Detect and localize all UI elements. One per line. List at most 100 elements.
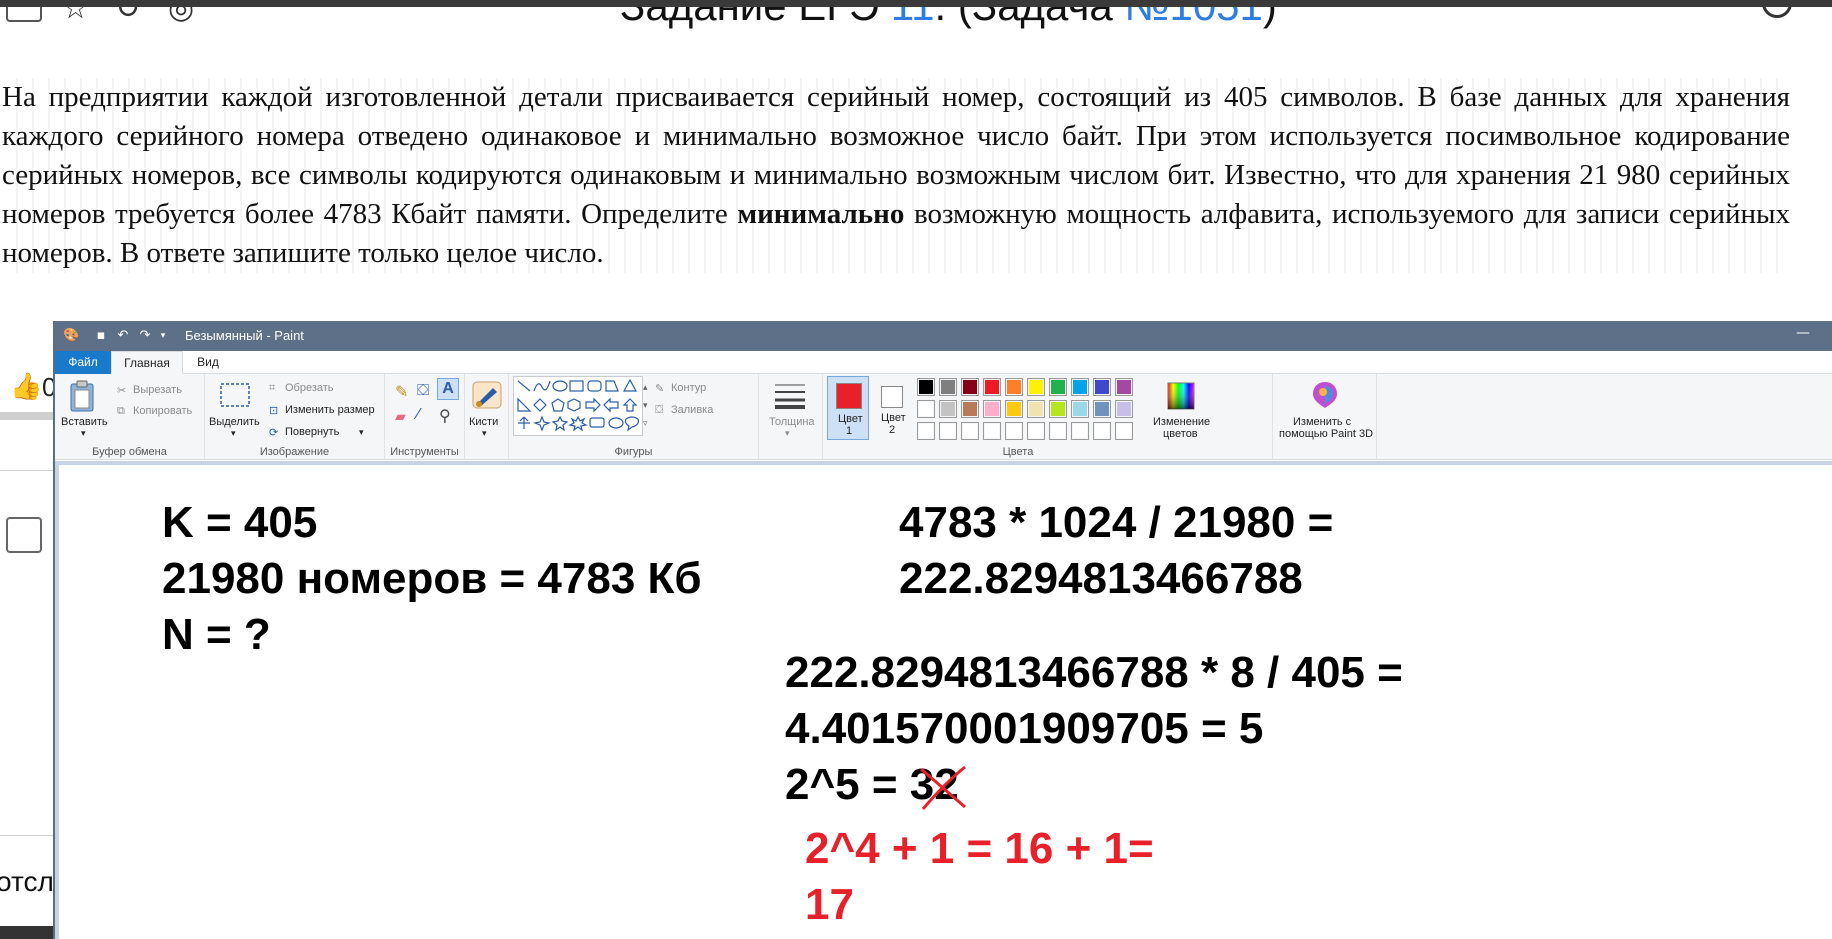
palette-color-swatch[interactable] bbox=[983, 400, 1001, 418]
paint3d-line2[interactable]: помощью Paint 3D bbox=[1279, 428, 1373, 440]
swatch-fill bbox=[919, 380, 933, 394]
magnifier-icon[interactable]: ⚲ bbox=[439, 406, 451, 426]
palette-color-swatch[interactable] bbox=[1093, 378, 1111, 396]
calc2-result: 4.401570001909705 = 5 bbox=[785, 704, 1264, 753]
quick-access-dropdown-icon[interactable]: ▾ bbox=[155, 328, 171, 344]
palette-color-swatch[interactable] bbox=[1027, 400, 1045, 418]
left-divider-2 bbox=[0, 835, 54, 836]
swatch-fill bbox=[1073, 424, 1087, 438]
paint3d-icon[interactable] bbox=[1311, 380, 1339, 410]
palette-color-swatch[interactable] bbox=[1027, 378, 1045, 396]
shapes-scroll-up-icon[interactable]: ▴ bbox=[643, 382, 648, 393]
paste-button[interactable]: Вставить bbox=[61, 416, 108, 428]
size-icon[interactable] bbox=[773, 380, 807, 410]
shapes-scroll-down-icon[interactable]: ▾ bbox=[643, 400, 648, 411]
palette-empty-swatch[interactable] bbox=[983, 422, 1001, 440]
paste-icon[interactable] bbox=[69, 380, 95, 412]
select-button[interactable]: Выделить bbox=[209, 416, 260, 428]
select-dropdown-icon[interactable]: ▾ bbox=[231, 428, 236, 439]
swatch-fill bbox=[1007, 380, 1021, 394]
palette-color-swatch[interactable] bbox=[1005, 400, 1023, 418]
ribbon-tabs: Файл Главная Вид bbox=[55, 351, 1832, 374]
thumbs-up-icon[interactable]: 👍 bbox=[10, 372, 42, 402]
fill-bucket-icon[interactable]: ⛋ bbox=[417, 382, 429, 400]
palette-color-swatch[interactable] bbox=[939, 378, 957, 396]
shapes-expand-icon[interactable]: ▿ bbox=[643, 418, 648, 429]
crop-button[interactable]: Обрезать bbox=[285, 382, 334, 394]
palette-color-swatch[interactable] bbox=[983, 378, 1001, 396]
size-button[interactable]: Толщина bbox=[769, 416, 815, 428]
rotate-dropdown-icon[interactable]: ▾ bbox=[359, 427, 364, 438]
palette-color-swatch[interactable] bbox=[1049, 400, 1067, 418]
paste-dropdown-icon[interactable]: ▾ bbox=[81, 428, 86, 439]
palette-color-swatch[interactable] bbox=[1049, 378, 1067, 396]
given-numbers-memory: 21980 номеров = 4783 Кб bbox=[162, 554, 702, 603]
swatch-fill bbox=[941, 380, 955, 394]
paint3d-line1[interactable]: Изменить с bbox=[1293, 416, 1351, 428]
text-tool-icon[interactable]: A bbox=[437, 378, 459, 400]
minimize-button[interactable]: — bbox=[1796, 325, 1810, 341]
brushes-button[interactable]: Кисти bbox=[469, 416, 498, 428]
cut-icon: ✂ bbox=[117, 385, 127, 397]
answer-expression: 2^4 + 1 = 16 + 1= bbox=[805, 824, 1154, 873]
tab-view[interactable]: Вид bbox=[183, 351, 233, 374]
tab-home[interactable]: Главная bbox=[111, 351, 183, 374]
select-icon[interactable] bbox=[219, 382, 251, 408]
paint-window: 🎨 ▪ ↶ ↷ ▾ Безымянный - Paint — Файл Глав… bbox=[53, 321, 1832, 939]
group-label-tools: Инструменты bbox=[390, 446, 459, 458]
palette-color-swatch[interactable] bbox=[939, 400, 957, 418]
brush-icon[interactable] bbox=[471, 380, 503, 410]
size-dropdown-icon[interactable]: ▾ bbox=[785, 428, 790, 439]
brushes-dropdown-icon[interactable]: ▾ bbox=[482, 428, 487, 439]
palette-color-swatch[interactable] bbox=[917, 400, 935, 418]
palette-empty-swatch[interactable] bbox=[1071, 422, 1089, 440]
undo-icon[interactable]: ↶ bbox=[115, 328, 131, 344]
resize-button[interactable]: Изменить размер bbox=[285, 404, 375, 416]
palette-color-swatch[interactable] bbox=[1071, 378, 1089, 396]
color1-button[interactable]: Цвет 1 bbox=[827, 376, 869, 440]
shapes-gallery[interactable] bbox=[513, 376, 643, 436]
palette-empty-swatch[interactable] bbox=[1049, 422, 1067, 440]
palette-empty-swatch[interactable] bbox=[1093, 422, 1111, 440]
palette-color-swatch[interactable] bbox=[1115, 400, 1133, 418]
redo-icon[interactable]: ↷ bbox=[137, 328, 153, 344]
save-icon[interactable]: ▪ bbox=[93, 328, 109, 344]
color2-button[interactable]: Цвет 2 bbox=[871, 376, 913, 440]
answer-checkbox[interactable] bbox=[6, 517, 42, 553]
eraser-icon[interactable]: ▰ bbox=[395, 408, 406, 425]
palette-color-swatch[interactable] bbox=[1071, 400, 1089, 418]
palette-empty-swatch[interactable] bbox=[1005, 422, 1023, 440]
cut-button[interactable]: Вырезать bbox=[133, 384, 182, 396]
palette-empty-swatch[interactable] bbox=[1115, 422, 1133, 440]
palette-empty-swatch[interactable] bbox=[939, 422, 957, 440]
palette-empty-swatch[interactable] bbox=[1027, 422, 1045, 440]
drawing-canvas[interactable]: K = 405 21980 номеров = 4783 Кб N = ? 47… bbox=[59, 465, 1832, 939]
palette-color-swatch[interactable] bbox=[1005, 378, 1023, 396]
edit-colors-line2[interactable]: цветов bbox=[1163, 428, 1198, 440]
group-image: Выделить ▾ ⌗ Обрезать ⊡ Изменить размер … bbox=[205, 374, 385, 460]
group-clipboard: Вставить ▾ ✂ Вырезать ⧉ Копировать Буфер… bbox=[55, 374, 205, 460]
palette-empty-swatch[interactable] bbox=[917, 422, 935, 440]
task-bold-word: минимально bbox=[737, 198, 905, 230]
color-picker-icon[interactable]: ⁄ bbox=[417, 406, 420, 424]
copy-button[interactable]: Копировать bbox=[133, 405, 192, 417]
group-colors: Цвет 1 Цвет 2 Изменение цветов Цвета bbox=[823, 374, 1273, 460]
swatch-fill bbox=[1029, 402, 1043, 416]
tab-file[interactable]: Файл bbox=[55, 351, 111, 374]
palette-color-swatch[interactable] bbox=[961, 378, 979, 396]
outline-button[interactable]: Контур bbox=[671, 382, 706, 394]
palette-color-swatch[interactable] bbox=[961, 400, 979, 418]
edit-colors-icon[interactable] bbox=[1167, 382, 1195, 410]
rotate-button[interactable]: Повернуть bbox=[285, 426, 339, 438]
group-shapes: ▴ ▾ ▿ ✎ Контур ⛋ Заливка Фигуры bbox=[509, 374, 759, 460]
palette-color-swatch[interactable] bbox=[917, 378, 935, 396]
palette-color-swatch[interactable] bbox=[1115, 378, 1133, 396]
fill-button[interactable]: Заливка bbox=[671, 404, 713, 416]
palette-color-swatch[interactable] bbox=[1093, 400, 1111, 418]
answer-value: 17 bbox=[805, 880, 854, 929]
paint-titlebar: 🎨 ▪ ↶ ↷ ▾ Безымянный - Paint — bbox=[55, 321, 1832, 351]
edit-colors-line1[interactable]: Изменение bbox=[1153, 416, 1210, 428]
pencil-icon[interactable]: ✎ bbox=[395, 382, 408, 402]
palette-empty-swatch[interactable] bbox=[961, 422, 979, 440]
group-label-image: Изображение bbox=[259, 446, 330, 458]
